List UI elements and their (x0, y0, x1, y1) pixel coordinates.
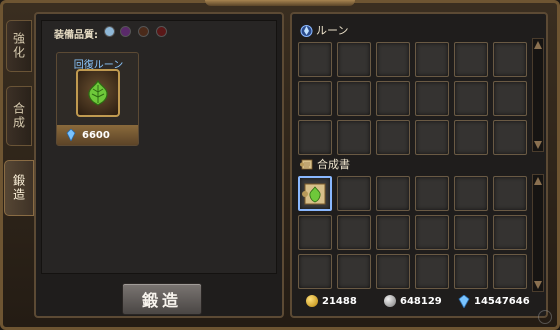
inventory-panel: ルーン 合成書 21488 648129 14547646 (290, 12, 548, 318)
book-section-label: 合成書 (317, 158, 350, 171)
rune-slot[interactable] (298, 42, 332, 77)
frame-top-ornament (205, 0, 355, 6)
book-slot[interactable] (415, 254, 449, 289)
book-slot[interactable] (493, 254, 527, 289)
book-slot[interactable] (415, 215, 449, 250)
rune-slot[interactable] (298, 81, 332, 116)
book-section-header: 合成書 (300, 156, 350, 172)
gold-amount: 21488 (322, 295, 357, 307)
rune-scrollbar[interactable] (532, 38, 544, 152)
book-slot[interactable] (454, 254, 488, 289)
book-slot[interactable] (454, 215, 488, 250)
recipe-cost-value: 6600 (82, 129, 110, 141)
crystal-currency: 14547646 (458, 294, 530, 308)
tab-forge[interactable]: 鍛造 (4, 160, 34, 216)
blue-crystal-icon (458, 294, 470, 308)
silver-amount: 648129 (400, 295, 442, 307)
book-slot[interactable] (454, 176, 488, 211)
book-slot[interactable] (376, 176, 410, 211)
rune-slot[interactable] (493, 42, 527, 77)
rune-slot[interactable] (337, 42, 371, 77)
tab-enhance[interactable]: 強化 (6, 20, 32, 72)
green-leaf-scroll-icon (302, 183, 326, 204)
book-slot[interactable] (493, 176, 527, 211)
book-slot[interactable] (337, 254, 371, 289)
rune-slot[interactable] (454, 120, 488, 155)
book-slot[interactable] (337, 176, 371, 211)
tab-synthesis-label: 合成 (11, 102, 26, 130)
rune-section-header: ルーン (300, 22, 348, 38)
rune-slot[interactable] (415, 42, 449, 77)
book-slot[interactable] (337, 215, 371, 250)
scroll-up-icon[interactable] (534, 41, 542, 49)
rune-slot[interactable] (415, 81, 449, 116)
tab-synthesis[interactable]: 合成 (6, 86, 32, 146)
book-slot[interactable] (376, 254, 410, 289)
rune-slot[interactable] (454, 42, 488, 77)
recipe-card[interactable]: 回復ルーン 6600 (56, 52, 139, 146)
blue-crystal-icon (66, 129, 76, 141)
watermark-logo (538, 310, 552, 324)
recipe-cost: 6600 (57, 125, 138, 145)
gold-coin-icon (306, 295, 318, 307)
rune-slot-grid (298, 42, 527, 155)
quality-option-orange[interactable] (138, 26, 149, 37)
rune-slot[interactable] (493, 81, 527, 116)
crystal-amount: 14547646 (474, 295, 530, 307)
rune-slot[interactable] (298, 120, 332, 155)
book-slot[interactable] (493, 215, 527, 250)
silver-currency: 648129 (384, 295, 442, 307)
scroll-up-icon[interactable] (534, 177, 542, 185)
rune-slot[interactable] (493, 120, 527, 155)
scroll-down-icon[interactable] (534, 141, 542, 149)
book-slot[interactable] (298, 254, 332, 289)
rune-slot[interactable] (337, 81, 371, 116)
tab-forge-label: 鍛造 (11, 174, 26, 202)
rune-slot[interactable] (337, 120, 371, 155)
gold-currency: 21488 (306, 295, 357, 307)
rune-section-label: ルーン (316, 24, 349, 37)
book-scrollbar[interactable] (532, 174, 544, 292)
rune-slot[interactable] (454, 81, 488, 116)
book-slot[interactable] (298, 215, 332, 250)
currency-bar: 21488 648129 14547646 (296, 290, 542, 312)
book-slot-selected[interactable] (298, 176, 332, 211)
book-slot[interactable] (376, 215, 410, 250)
book-slot-grid (298, 176, 527, 289)
rune-slot[interactable] (376, 42, 410, 77)
green-leaf-rune-icon (76, 69, 120, 117)
forge-button[interactable]: 鍛造 (122, 283, 202, 315)
rune-slot[interactable] (376, 81, 410, 116)
quality-option-purple[interactable] (120, 26, 131, 37)
quality-option-red[interactable] (156, 26, 167, 37)
silver-coin-icon (384, 295, 396, 307)
tab-enhance-label: 強化 (11, 32, 26, 60)
rune-slot[interactable] (376, 120, 410, 155)
rune-slot[interactable] (415, 120, 449, 155)
scroll-down-icon[interactable] (534, 281, 542, 289)
book-slot[interactable] (415, 176, 449, 211)
rune-drop-icon (300, 24, 313, 37)
quality-option-blue[interactable] (104, 26, 115, 37)
quality-label: 装備品質: (54, 30, 98, 41)
scroll-icon (300, 159, 313, 169)
